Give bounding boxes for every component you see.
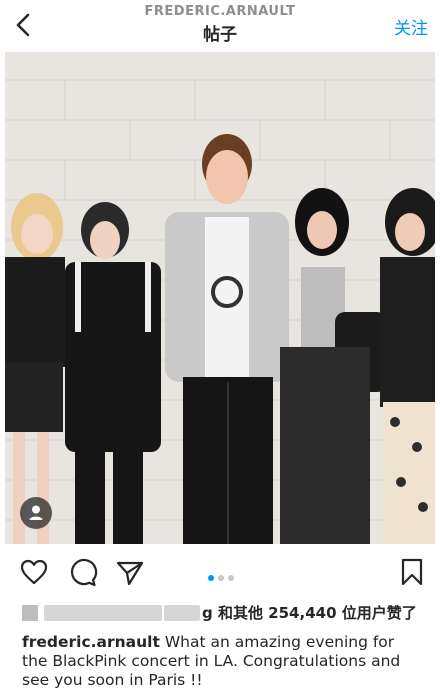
carousel-dot [228, 575, 234, 581]
save-button[interactable] [396, 556, 428, 588]
post-caption: frederic.arnault What an amazing evening… [22, 633, 422, 690]
like-button[interactable] [18, 556, 50, 588]
share-button[interactable] [114, 556, 146, 588]
liker-name-blurred [44, 604, 162, 621]
liker-avatar-blurred [22, 604, 38, 621]
liker-name-blurred [164, 604, 200, 621]
comment-button[interactable] [66, 556, 98, 588]
comment-icon [71, 558, 98, 587]
header-username: FREDERIC.ARNAULT [144, 4, 296, 19]
caption-username[interactable]: frederic.arnault [22, 633, 160, 651]
likes-count-text: g 和其他 254,440 位用户赞了 [202, 604, 417, 622]
post-image [5, 52, 435, 544]
likes-summary[interactable]: g 和其他 254,440 位用户赞了 [22, 602, 417, 624]
top-navigation-bar: FREDERIC.ARNAULT 帖子 关注 [0, 0, 440, 52]
carousel-dot-active [208, 575, 214, 581]
page-title: 帖子 [203, 25, 237, 45]
bookmark-icon [401, 558, 423, 586]
tagged-users-button[interactable] [20, 497, 52, 529]
follow-button[interactable]: 关注 [394, 14, 428, 39]
person-icon [29, 505, 43, 520]
carousel-indicator [208, 566, 238, 581]
carousel-dot [218, 575, 224, 581]
post-photo[interactable] [5, 52, 435, 544]
send-icon [116, 561, 144, 586]
heart-icon [20, 559, 48, 585]
